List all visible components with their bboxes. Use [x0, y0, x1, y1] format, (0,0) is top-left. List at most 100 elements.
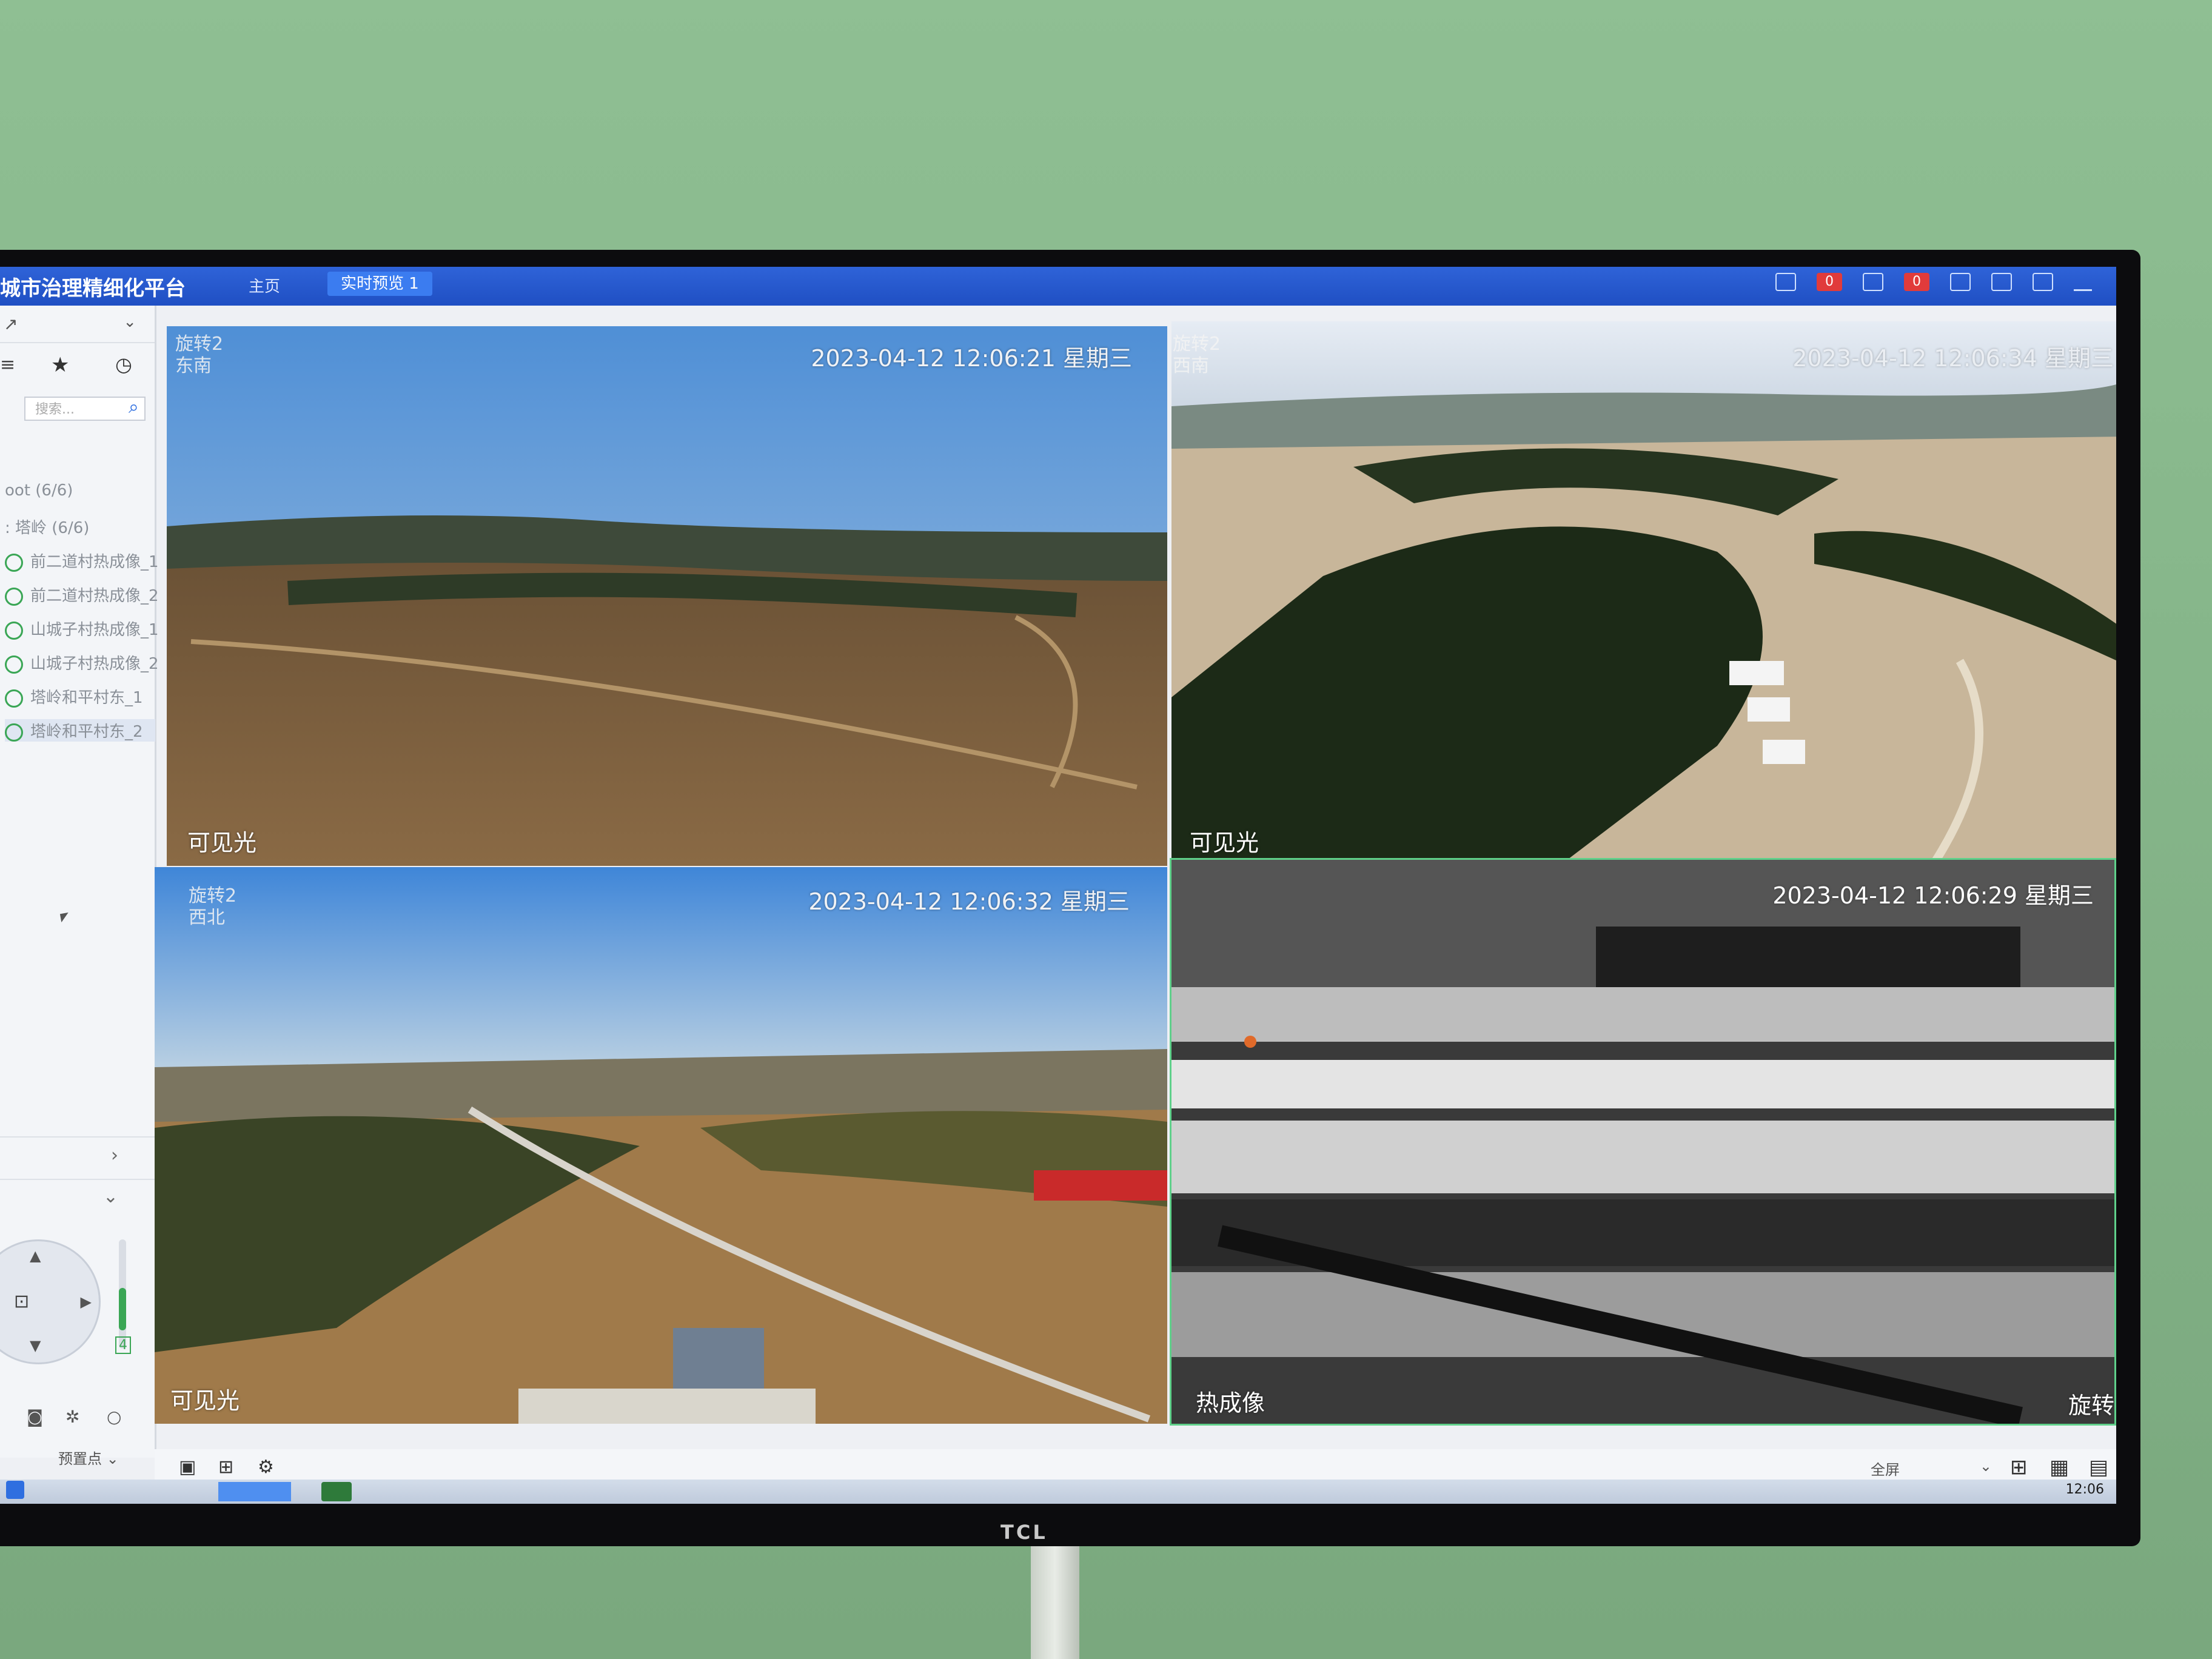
message-icon[interactable]: [1775, 273, 1796, 291]
overlay-line-1: 旋转2: [1173, 333, 1221, 355]
video-feed-2: [1171, 321, 2116, 861]
gear-icon[interactable]: [1991, 273, 2012, 291]
focus-icon[interactable]: ✲: [65, 1407, 79, 1427]
save-icon[interactable]: ▣: [179, 1456, 196, 1478]
camera-icon: [5, 689, 23, 708]
overlay-text-2: 旋转2 西南: [1173, 333, 1221, 377]
tree-device-1[interactable]: 前二道村热成像_1: [5, 549, 159, 572]
video-tile-1[interactable]: 旋转2 东南 2023-04-12 12:06:21 星期三 可见光: [167, 326, 1167, 866]
user-icon[interactable]: [1950, 273, 1971, 291]
device-sidebar: ↗ ⌄ ≡ ★ ◷ 搜索... ⌕ oot (6/6) : 塔岭 (6/6) 前…: [0, 306, 159, 1467]
sidebar-header: ↗ ⌄: [0, 306, 155, 343]
alert-badge-1[interactable]: 0: [1817, 273, 1842, 291]
overlay-line-1: 旋转2: [189, 885, 237, 907]
bell-icon[interactable]: [1863, 273, 1883, 291]
search-icon[interactable]: ⌕: [129, 397, 139, 418]
timestamp-2: 2023-04-12 12:06:34 星期三: [1792, 345, 2114, 372]
tree-device-label: 山城子村热成像_2: [30, 655, 159, 673]
tab-live-preview[interactable]: 实时预览 1: [327, 272, 432, 296]
iris-icon[interactable]: ○: [107, 1407, 121, 1427]
camera-icon: [5, 587, 23, 606]
tree-root[interactable]: oot (6/6): [5, 481, 73, 500]
channel-label-2: 可见光: [1190, 830, 1259, 856]
ptz-function-row: ◙ ✲ ○: [0, 1407, 155, 1431]
tree-device-3[interactable]: 山城子村热成像_1: [5, 617, 159, 640]
minimize-icon[interactable]: [2074, 273, 2092, 291]
sidebar-filter-tabs: ≡ ★ ◷: [0, 348, 155, 384]
layout-save-icon[interactable]: ⊞: [218, 1456, 233, 1478]
os-taskbar: 12:06: [0, 1480, 2116, 1504]
tv-bezel: 城市治理精细化平台 主页 实时预览 1 0 0 ↗ ⌄ ≡ ★ ◷ 搜索... …: [0, 250, 2140, 1546]
video-feed-3: [155, 867, 1167, 1424]
mouse-cursor-icon: [59, 912, 70, 923]
ptz-speed-slider[interactable]: [119, 1239, 126, 1349]
expand-icon[interactable]: ↗: [4, 314, 18, 334]
video-tile-4-selected[interactable]: 2023-04-12 12:06:29 星期三 热成像 旋转: [1170, 858, 2116, 1426]
overlay-line-1: 旋转2: [175, 333, 224, 355]
ptz-joystick[interactable]: ▲ ▼ ▶ ⊡: [0, 1239, 101, 1364]
tree-device-6[interactable]: 塔岭和平村东_2: [5, 719, 155, 742]
view-mode-value: 全屏: [1871, 1461, 1900, 1478]
list-icon[interactable]: ≡: [0, 354, 15, 375]
grid-9-icon[interactable]: ▦: [2049, 1455, 2069, 1480]
alert-badge-2[interactable]: 0: [1904, 273, 1929, 291]
chevron-down-icon[interactable]: ⌄: [103, 1186, 118, 1207]
monitor-screen: 城市治理精细化平台 主页 实时预览 1 0 0 ↗ ⌄ ≡ ★ ◷ 搜索... …: [0, 267, 2116, 1504]
chevron-right-icon[interactable]: ›: [111, 1145, 118, 1166]
ptz-center-icon[interactable]: ⊡: [14, 1291, 29, 1312]
zoom-icon[interactable]: ◙: [27, 1407, 43, 1427]
timestamp-1: 2023-04-12 12:06:21 星期三: [811, 345, 1132, 372]
timestamp-3: 2023-04-12 12:06:32 星期三: [808, 888, 1130, 915]
camera-icon: [5, 621, 23, 640]
ptz-down-icon[interactable]: ▼: [30, 1337, 41, 1354]
camera-icon: [5, 553, 23, 572]
ptz-panel-header[interactable]: ⌄: [0, 1179, 155, 1216]
preset-label: 预置点: [58, 1450, 102, 1467]
settings-icon[interactable]: ⚙: [258, 1456, 274, 1478]
video-feed-1: [167, 326, 1167, 866]
tree-group[interactable]: : 塔岭 (6/6): [5, 515, 89, 538]
taskbar-app-active[interactable]: [218, 1482, 291, 1501]
tv-wall-mount: [1031, 1546, 1079, 1659]
view-mode-select[interactable]: 全屏 ⌄: [1871, 1458, 1992, 1478]
tree-device-4[interactable]: 山城子村热成像_2: [5, 651, 159, 674]
download-icon[interactable]: [2033, 273, 2053, 291]
tree-device-label: 前二道村热成像_1: [30, 553, 159, 571]
clock-icon[interactable]: ◷: [115, 353, 132, 376]
chevron-down-icon: ⌄: [1979, 1458, 1992, 1475]
overlay-line-2: 东南: [175, 355, 212, 377]
tree-device-2[interactable]: 前二道村热成像_2: [5, 583, 159, 606]
preset-dropdown[interactable]: 预置点 ⌄: [58, 1447, 119, 1468]
tree-device-5[interactable]: 塔岭和平村东_1: [5, 685, 143, 708]
video-tile-2[interactable]: 旋转2 西南 2023-04-12 12:06:34 星期三 可见光: [1171, 321, 2116, 861]
channel-label-4: 热成像: [1196, 1390, 1265, 1416]
tree-device-label: 山城子村热成像_1: [30, 621, 159, 639]
system-clock: 12:06: [2065, 1482, 2104, 1497]
video-tile-3[interactable]: 旋转2 西北 2023-04-12 12:06:32 星期三 可见光: [155, 867, 1167, 1424]
channel-label-1: 可见光: [187, 830, 257, 856]
tree-device-label: 塔岭和平村东_2: [30, 723, 143, 741]
taskbar-app-icon[interactable]: [321, 1482, 352, 1501]
ptz-right-icon[interactable]: ▶: [81, 1293, 92, 1310]
star-icon[interactable]: ★: [51, 353, 69, 377]
ptz-up-icon[interactable]: ▲: [30, 1247, 41, 1264]
top-bar: 城市治理精细化平台 主页 实时预览 1 0 0: [0, 267, 2116, 306]
corner-label-4: 旋转: [2068, 1392, 2114, 1419]
top-toolbar: 0 0: [1775, 273, 2092, 291]
chevron-down-icon[interactable]: ⌄: [123, 313, 136, 331]
search-input[interactable]: 搜索...: [24, 397, 146, 421]
tree-device-label: 塔岭和平村东_1: [30, 689, 143, 707]
channel-label-3: 可见光: [170, 1387, 240, 1414]
start-icon[interactable]: [6, 1481, 24, 1499]
tree-device-label: 前二道村热成像_2: [30, 587, 159, 605]
grid-16-icon[interactable]: ▤: [2089, 1455, 2108, 1480]
tab-home[interactable]: 主页: [249, 274, 280, 297]
timestamp-4: 2023-04-12 12:06:29 星期三: [1772, 882, 2094, 909]
video-feed-4-thermal: [1171, 860, 2114, 1424]
overlay-line-2: 西北: [189, 907, 225, 928]
panel-collapsed[interactable]: ›: [0, 1136, 155, 1174]
grid-4-icon[interactable]: ⊞: [2010, 1455, 2028, 1480]
ptz-speed-value: 4: [115, 1336, 131, 1354]
tv-brand-logo: TCL: [1000, 1521, 1048, 1544]
overlay-text-1: 旋转2 东南: [175, 333, 223, 377]
